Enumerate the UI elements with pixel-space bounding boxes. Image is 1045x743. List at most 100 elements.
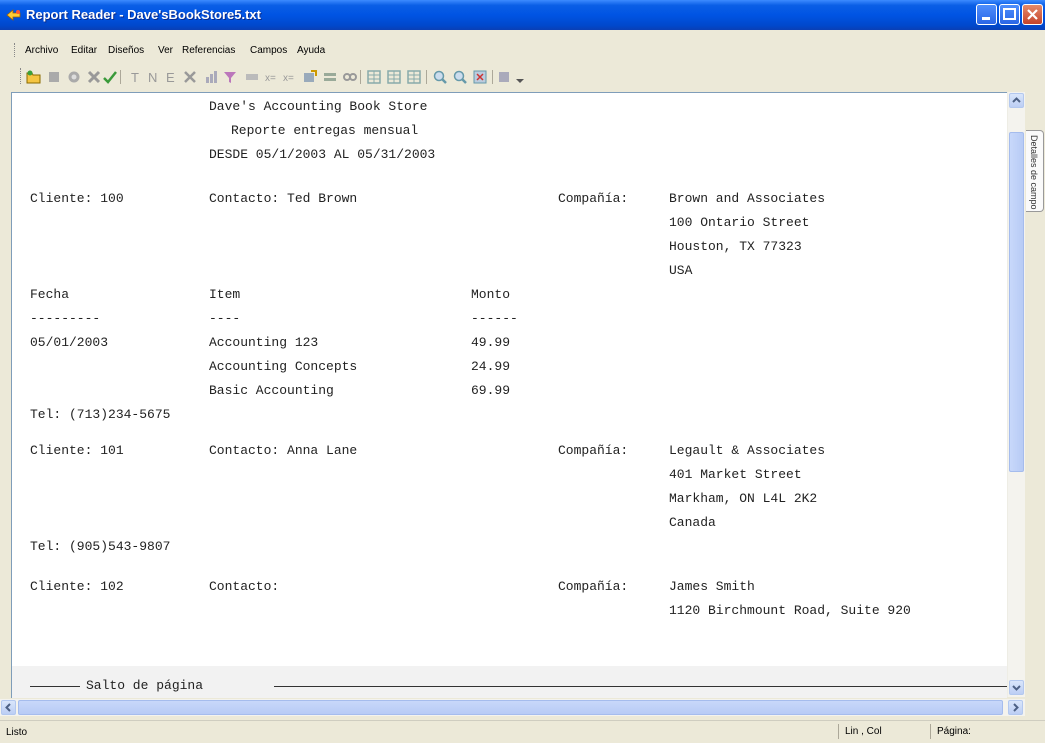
- toolbar-separator: [426, 70, 427, 84]
- scroll-up-button[interactable]: [1009, 93, 1024, 108]
- customer-contact: Contacto:: [209, 579, 280, 594]
- vertical-scroll-thumb[interactable]: [1009, 132, 1024, 472]
- wizard-icon[interactable]: [302, 69, 318, 85]
- page-break-line: [30, 686, 80, 687]
- minimize-icon: [982, 17, 990, 20]
- number-field-icon[interactable]: N: [146, 69, 162, 85]
- menu-ayuda[interactable]: Ayuda: [297, 45, 325, 56]
- highlight-icon[interactable]: [244, 69, 260, 85]
- title-bar[interactable]: Report Reader - Dave'sBookStore5.txt: [0, 0, 1045, 30]
- menu-referencias[interactable]: Referencias: [182, 45, 235, 56]
- company-address-line: Markham, ON L4L 2K2: [669, 491, 818, 506]
- customer-contact: Contacto: Ted Brown: [209, 191, 358, 206]
- order-item: Accounting Concepts: [209, 359, 358, 374]
- order-amount: 49.99: [471, 335, 511, 350]
- scroll-down-button[interactable]: [1009, 680, 1024, 695]
- company-label: Compañía:: [558, 443, 629, 458]
- chevron-left-icon: [5, 703, 11, 712]
- filter-icon[interactable]: [222, 69, 238, 85]
- open-icon[interactable]: [26, 69, 42, 85]
- vertical-scrollbar[interactable]: [1007, 92, 1025, 697]
- field-details-tab-label: Detalles de campo: [1029, 135, 1039, 210]
- table-alt-icon[interactable]: [386, 69, 402, 85]
- svg-text:E: E: [166, 70, 175, 85]
- toolbar: T N E x= x=: [0, 62, 1045, 90]
- menu-grip[interactable]: [14, 43, 17, 57]
- more-icon[interactable]: [512, 69, 528, 85]
- sum-icon[interactable]: x=: [282, 69, 298, 85]
- customer-id: Cliente: 100: [30, 191, 124, 206]
- close-button[interactable]: [1022, 4, 1043, 25]
- chevron-down-icon: [1012, 685, 1021, 691]
- column-underline: ----: [209, 311, 241, 326]
- stop-icon[interactable]: [46, 69, 62, 85]
- menu-campos[interactable]: Campos: [250, 45, 287, 56]
- menu-ver[interactable]: Ver: [158, 45, 173, 56]
- company-name: James Smith: [669, 579, 755, 594]
- scroll-right-button[interactable]: [1008, 700, 1023, 715]
- expression-field-icon[interactable]: E: [164, 69, 180, 85]
- minimize-button[interactable]: [976, 4, 997, 25]
- menu-archivo[interactable]: Archivo: [25, 45, 58, 56]
- column-header-item: Item: [209, 287, 241, 302]
- chart-icon[interactable]: [204, 69, 220, 85]
- maximize-icon: [1003, 8, 1016, 20]
- svg-text:T: T: [131, 70, 139, 85]
- report-subtitle: Reporte entregas mensual: [231, 123, 419, 138]
- company-address-line: 401 Market Street: [669, 467, 802, 482]
- company-label: Compañía:: [558, 579, 629, 594]
- company-address-line: Houston, TX 77323: [669, 239, 802, 254]
- menu-bar: Archivo Editar Diseños Ver Referencias C…: [0, 40, 1045, 62]
- report-date-range: DESDE 05/1/2003 AL 05/31/2003: [209, 147, 436, 162]
- formula-icon[interactable]: x=: [264, 69, 280, 85]
- table-icon[interactable]: [366, 69, 382, 85]
- toolbar-grip[interactable]: [20, 68, 23, 84]
- chevron-right-icon: [1013, 703, 1019, 712]
- table-grid-icon[interactable]: [406, 69, 422, 85]
- horizontal-scrollbar[interactable]: [0, 699, 1025, 716]
- customer-phone: Tel: (905)543-9807: [30, 539, 171, 554]
- toolbar-separator: [492, 70, 493, 84]
- maximize-button[interactable]: [999, 4, 1020, 25]
- toolbar-separator: [120, 70, 121, 84]
- scroll-left-button[interactable]: [1, 700, 16, 715]
- column-underline: ---------: [30, 311, 101, 326]
- cursor-position: Lin , Col: [838, 724, 925, 739]
- status-bar: Listo Lin , Col Página:: [0, 720, 1045, 743]
- customer-phone: Tel: (713)234-5675: [30, 407, 171, 422]
- column-header-monto: Monto: [471, 287, 511, 302]
- link-icon[interactable]: [342, 69, 358, 85]
- delete-icon[interactable]: [86, 69, 102, 85]
- company-address-line: 1120 Birchmount Road, Suite 920: [669, 603, 911, 618]
- text-field-icon[interactable]: T: [128, 69, 144, 85]
- chevron-up-icon: [1012, 97, 1021, 103]
- order-date: 05/01/2003: [30, 335, 109, 350]
- zoom-in-icon[interactable]: [432, 69, 448, 85]
- svg-text:x=: x=: [283, 73, 294, 84]
- horizontal-scroll-thumb[interactable]: [18, 700, 1003, 715]
- fit-icon[interactable]: [472, 69, 488, 85]
- company-address-line: USA: [669, 263, 693, 278]
- stack-icon[interactable]: [322, 69, 338, 85]
- close-icon: [1027, 9, 1038, 20]
- customer-id: Cliente: 102: [30, 579, 124, 594]
- record-icon[interactable]: [66, 69, 82, 85]
- column-underline: ------: [471, 311, 518, 326]
- check-icon[interactable]: [102, 69, 118, 85]
- view-icon[interactable]: [496, 69, 512, 85]
- menu-disenos[interactable]: Diseños: [108, 45, 144, 56]
- cancel-field-icon[interactable]: [182, 69, 198, 85]
- order-item: Accounting 123: [209, 335, 319, 350]
- svg-text:N: N: [148, 70, 157, 85]
- order-amount: 24.99: [471, 359, 511, 374]
- order-item: Basic Accounting: [209, 383, 334, 398]
- page-break-label: Salto de página: [86, 678, 204, 693]
- app-icon: [6, 9, 21, 21]
- field-details-tab[interactable]: Detalles de campo: [1026, 130, 1044, 212]
- company-name: Brown and Associates: [669, 191, 826, 206]
- zoom-out-icon[interactable]: [452, 69, 468, 85]
- status-text: Listo: [6, 727, 28, 738]
- report-document[interactable]: Dave's Accounting Book Store Reporte ent…: [11, 92, 1007, 698]
- company-name: Legault & Associates: [669, 443, 826, 458]
- menu-editar[interactable]: Editar: [71, 45, 97, 56]
